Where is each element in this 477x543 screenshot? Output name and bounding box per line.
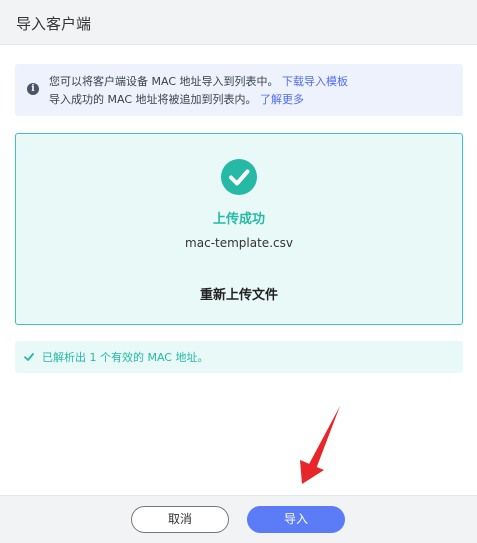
learn-more-link[interactable]: 了解更多: [260, 93, 304, 106]
check-circle-icon: [221, 159, 257, 195]
cancel-button[interactable]: 取消: [131, 506, 229, 533]
red-arrow-annotation: [300, 406, 340, 484]
info-line-2-text: 导入成功的 MAC 地址将被追加到列表内。: [49, 93, 257, 106]
import-button[interactable]: 导入: [247, 506, 345, 533]
reupload-file-button[interactable]: 重新上传文件: [16, 284, 462, 303]
import-client-dialog: 导入客户端 i 您可以将客户端设备 MAC 地址导入到列表中。 下载导入模板 导…: [0, 0, 477, 543]
download-template-link[interactable]: 下载导入模板: [282, 75, 348, 88]
info-line-1-text: 您可以将客户端设备 MAC 地址导入到列表中。: [49, 75, 279, 88]
upload-area[interactable]: 上传成功 mac-template.csv 重新上传文件: [15, 133, 463, 325]
parse-result-banner: 已解析出 1 个有效的 MAC 地址。: [15, 341, 463, 373]
info-icon: i: [27, 83, 39, 95]
info-line-1: 您可以将客户端设备 MAC 地址导入到列表中。 下载导入模板: [49, 73, 348, 89]
check-icon: [24, 353, 34, 361]
uploaded-file-name: mac-template.csv: [185, 236, 293, 250]
dialog-header: 导入客户端: [0, 0, 477, 45]
info-line-2: 导入成功的 MAC 地址将被追加到列表内。 了解更多: [49, 91, 304, 107]
info-notice: i 您可以将客户端设备 MAC 地址导入到列表中。 下载导入模板 导入成功的 M…: [15, 64, 463, 116]
parse-result-message: 已解析出 1 个有效的 MAC 地址。: [42, 351, 209, 364]
dialog-footer: 取消 导入: [0, 495, 477, 543]
upload-status: 上传成功: [212, 212, 265, 227]
dialog-title: 导入客户端: [16, 15, 92, 33]
